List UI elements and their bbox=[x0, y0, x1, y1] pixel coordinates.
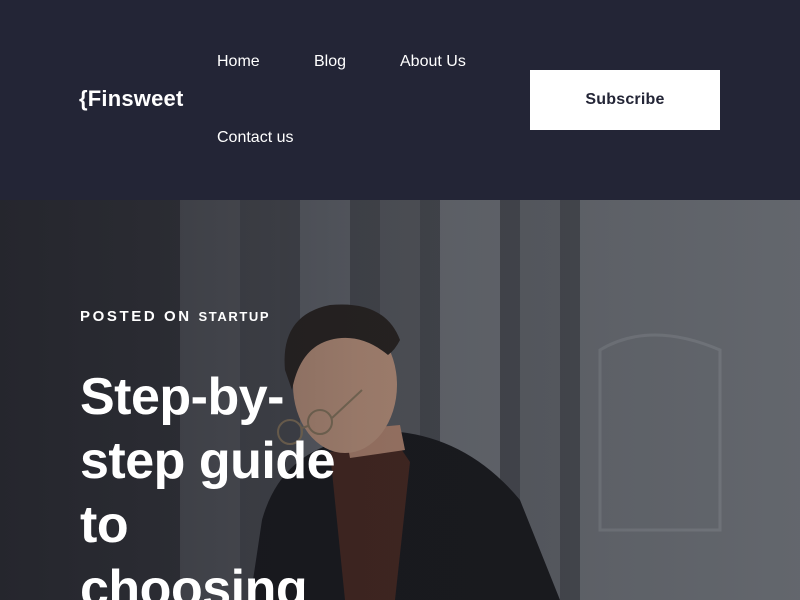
posted-on-label: POSTED ON bbox=[80, 308, 192, 325]
nav-link-contact-us[interactable]: Contact us bbox=[217, 128, 293, 148]
subscribe-button[interactable]: Subscribe bbox=[530, 70, 720, 130]
nav-link-about-us[interactable]: About Us bbox=[400, 52, 466, 72]
post-title[interactable]: Step-by-step guide to choosing bbox=[80, 365, 340, 600]
post-meta: POSTED ON STARTUP bbox=[80, 308, 270, 325]
site-header: {Finsweet Home Blog About Us Contact us … bbox=[0, 0, 800, 200]
site-logo[interactable]: {Finsweet bbox=[79, 84, 184, 114]
nav-link-home[interactable]: Home bbox=[217, 52, 260, 72]
nav-link-blog[interactable]: Blog bbox=[314, 52, 346, 72]
post-category-link[interactable]: STARTUP bbox=[199, 309, 271, 324]
hero-section: POSTED ON STARTUP Step-by-step guide to … bbox=[0, 200, 800, 600]
page: {Finsweet Home Blog About Us Contact us … bbox=[0, 0, 800, 600]
